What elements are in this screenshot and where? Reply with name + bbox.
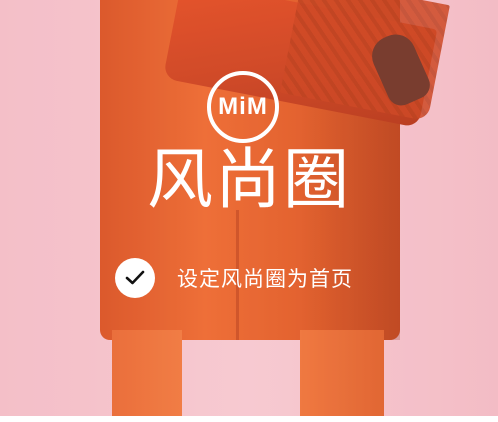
set-homepage-toggle[interactable]: 设定风尚圈为首页 — [115, 258, 353, 298]
splash-screen: MiM 风尚圈 设定风尚圈为首页 — [0, 0, 498, 416]
checkbox[interactable] — [115, 258, 155, 298]
set-homepage-label: 设定风尚圈为首页 — [177, 267, 353, 291]
brand-title: 风尚圈 — [147, 141, 351, 218]
brand-logo-icon: MiM — [207, 71, 279, 143]
bottom-edge — [0, 416, 498, 422]
checkmark-icon — [125, 270, 145, 285]
brand-logo-text: MiM — [218, 93, 268, 120]
